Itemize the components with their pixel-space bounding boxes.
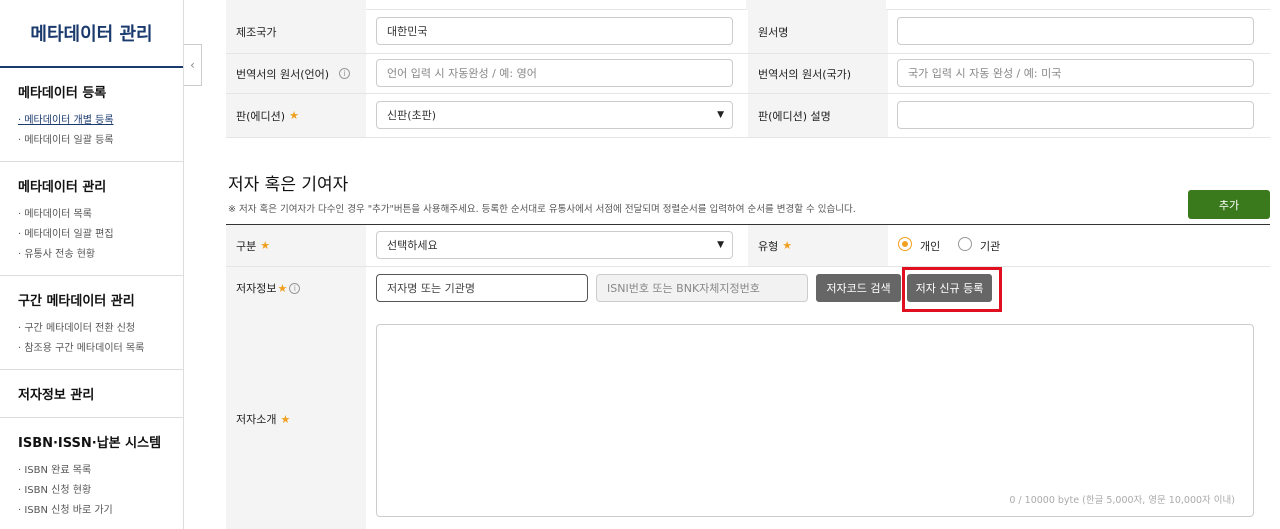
sidebar-section-isbn: ISBN·ISSN·납본 시스템 ISBN 완료 목록 ISBN 신청 현황 I…: [0, 418, 183, 529]
main-content: 제조국가 대한민국 원서명 번역서의 원서(언어) i 언어 입력 시 자동완성…: [226, 0, 1270, 529]
country-label: 제조국가: [226, 10, 366, 53]
chevron-left-icon: ‹: [190, 58, 195, 72]
edition-desc-input[interactable]: [897, 101, 1254, 129]
required-star: ★: [782, 239, 793, 252]
required-star: ★: [260, 239, 271, 252]
type-radio-organization[interactable]: [958, 237, 972, 251]
orig-country-input[interactable]: 국가 입력 시 자동 완성 / 예: 미국: [897, 59, 1254, 87]
author-intro-label: 저자소개: [236, 413, 277, 426]
category-label-cell: 구분 ★: [226, 225, 366, 266]
orig-title-label: 원서명: [748, 10, 888, 53]
sidebar-item-isbn-apply[interactable]: ISBN 신청 바로 가기: [18, 501, 183, 521]
info-icon[interactable]: i: [289, 282, 301, 294]
sidebar-item-transfer-status[interactable]: 유통사 전송 현황: [18, 245, 183, 265]
sidebar-section-backlist: 구간 메타데이터 관리 구간 메타데이터 전환 신청 참조용 구간 메타데이터 …: [0, 276, 183, 370]
author-intro-textarea[interactable]: 0 / 10000 byte (한글 5,000자, 영문 10,000자 이내…: [376, 324, 1254, 517]
form-row-edition: 판(에디션) ★ 신판(초판) ▼ 판(에디션) 설명: [226, 94, 1270, 138]
sidebar-section-title[interactable]: 메타데이터 관리: [18, 176, 183, 195]
form-row-translation: 번역서의 원서(언어) i 언어 입력 시 자동완성 / 예: 영어 번역서의 …: [226, 54, 1270, 94]
sidebar: 메타데이터 관리 메타데이터 등록 메타데이터 개별 등록 메타데이터 일괄 등…: [0, 0, 184, 529]
required-star: ★: [289, 109, 299, 122]
edition-value: 신판(초판): [387, 109, 437, 122]
type-label-cell: 유형 ★: [748, 225, 888, 266]
info-icon[interactable]: i: [339, 68, 351, 79]
sidebar-collapse-button[interactable]: ‹: [184, 44, 202, 86]
edition-desc-label: 판(에디션) 설명: [748, 94, 888, 137]
highlight-box: [902, 267, 1002, 312]
sidebar-item-individual-register[interactable]: 메타데이터 개별 등록: [18, 111, 183, 131]
add-author-button[interactable]: 추가: [1188, 190, 1270, 219]
author-section-title: 저자 혹은 기여자: [228, 175, 349, 195]
sidebar-item-bulk-edit[interactable]: 메타데이터 일괄 편집: [18, 225, 183, 245]
type-radio-individual[interactable]: [898, 237, 912, 251]
author-info-label: 저자정보: [236, 282, 277, 295]
type-option-organization[interactable]: 기관: [980, 238, 1000, 254]
form-row-author-info: 저자정보 ★ i 저자명 또는 기관명 ISNI번호 또는 BNK자체지정번호 저…: [226, 267, 1270, 309]
author-code-search-button[interactable]: 저자코드 검색: [816, 274, 901, 302]
category-value: 선택하세요: [387, 239, 438, 252]
type-label: 유형: [758, 239, 779, 253]
required-star: ★: [280, 412, 291, 426]
category-select[interactable]: 선택하세요 ▼: [376, 231, 733, 259]
sidebar-brand: 메타데이터 관리: [0, 0, 183, 68]
author-intro-label-cell: 저자소개 ★: [226, 309, 366, 529]
orig-country-placeholder: 국가 입력 시 자동 완성 / 예: 미국: [908, 67, 1062, 80]
sidebar-item-backlist-reference[interactable]: 참조용 구간 메타데이터 목록: [18, 339, 183, 359]
orig-lang-placeholder: 언어 입력 시 자동완성 / 예: 영어: [387, 67, 537, 80]
sidebar-section-manage: 메타데이터 관리 메타데이터 목록 메타데이터 일괄 편집 유통사 전송 현황: [0, 162, 183, 276]
orig-lang-label-cell: 번역서의 원서(언어) i: [226, 54, 366, 93]
edition-label: 판(에디션): [236, 109, 286, 123]
orig-lang-input[interactable]: 언어 입력 시 자동완성 / 예: 영어: [376, 59, 733, 87]
caret-down-icon: ▼: [717, 110, 724, 120]
required-star: ★: [277, 281, 288, 295]
orig-country-label: 번역서의 원서(국가): [748, 54, 888, 93]
form-row-author-intro: 저자소개 ★ 0 / 10000 byte (한글 5,000자, 영문 10,0…: [226, 309, 1270, 529]
edition-select[interactable]: 신판(초판) ▼: [376, 101, 733, 129]
country-input[interactable]: 대한민국: [376, 17, 733, 45]
category-label: 구분: [236, 239, 257, 253]
author-name-placeholder: 저자명 또는 기관명: [387, 282, 475, 295]
author-section-note: ※ 저자 혹은 기여자가 다수인 경우 "추가"버튼을 사용해주세요. 등록한 …: [228, 204, 856, 215]
type-option-individual[interactable]: 개인: [920, 238, 940, 254]
isni-placeholder: ISNI번호 또는 BNK자체지정번호: [607, 282, 760, 295]
sidebar-item-isbn-status[interactable]: ISBN 신청 현황: [18, 481, 183, 501]
sidebar-item-isbn-done[interactable]: ISBN 완료 목록: [18, 461, 183, 481]
caret-down-icon: ▼: [717, 240, 724, 250]
form-row-country: 제조국가 대한민국 원서명: [226, 10, 1270, 54]
sidebar-section-title[interactable]: 구간 메타데이터 관리: [18, 290, 183, 309]
isni-input[interactable]: ISNI번호 또는 BNK자체지정번호: [596, 274, 808, 302]
author-info-label-cell: 저자정보 ★ i: [226, 267, 366, 309]
byte-counter: 0 / 10000 byte (한글 5,000자, 영문 10,000자 이내…: [1009, 495, 1235, 506]
sidebar-section-title[interactable]: 저자정보 관리: [18, 384, 183, 403]
sidebar-item-list[interactable]: 메타데이터 목록: [18, 205, 183, 225]
sidebar-section-author: 저자정보 관리: [0, 370, 183, 418]
author-name-input[interactable]: 저자명 또는 기관명: [376, 274, 588, 302]
form-row-partial: [226, 0, 1270, 10]
orig-title-input[interactable]: [897, 17, 1254, 45]
sidebar-section-title[interactable]: 메타데이터 등록: [18, 82, 183, 101]
sidebar-section-title[interactable]: ISBN·ISSN·납본 시스템: [18, 432, 183, 451]
sidebar-section-register: 메타데이터 등록 메타데이터 개별 등록 메타데이터 일괄 등록: [0, 68, 183, 162]
orig-lang-label: 번역서의 원서(언어): [236, 67, 330, 81]
edition-label-cell: 판(에디션) ★: [226, 94, 366, 137]
sidebar-item-bulk-register[interactable]: 메타데이터 일괄 등록: [18, 131, 183, 151]
sidebar-item-backlist-request[interactable]: 구간 메타데이터 전환 신청: [18, 319, 183, 339]
form-row-category: 구분 ★ 선택하세요 ▼ 유형 ★ 개인 기관: [226, 225, 1270, 267]
